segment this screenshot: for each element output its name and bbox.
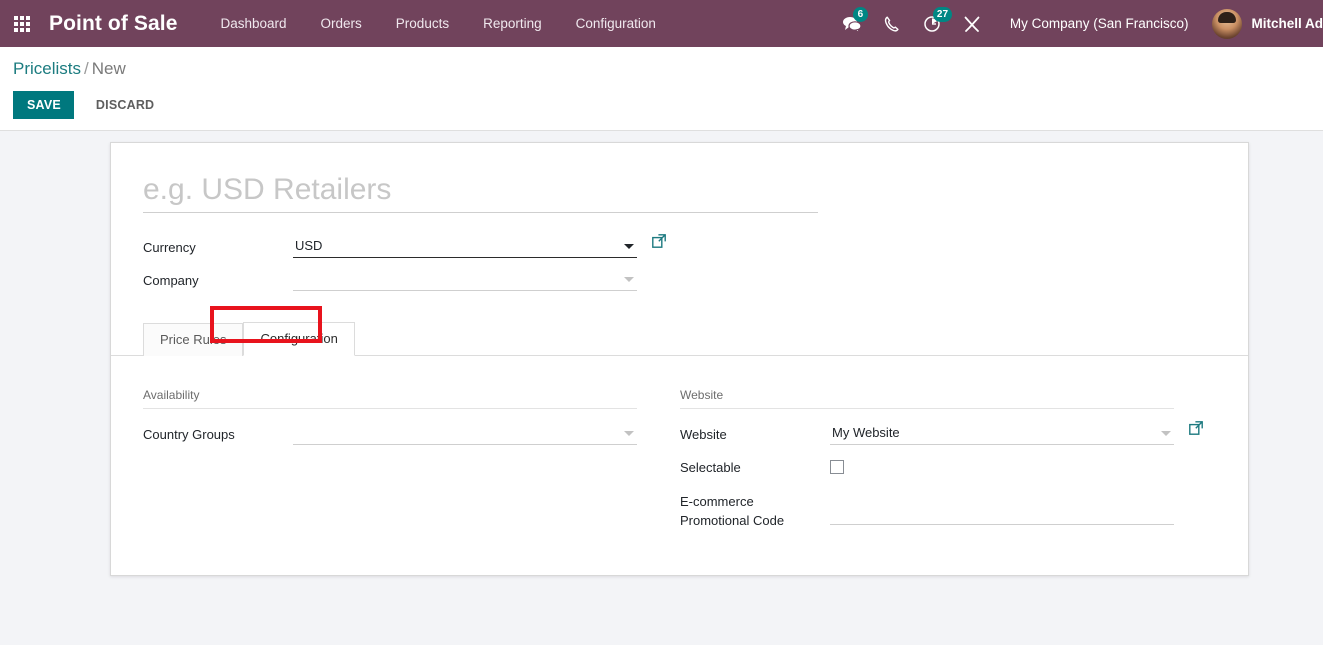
website-input[interactable] bbox=[830, 422, 1174, 444]
pricelist-name-input[interactable] bbox=[143, 173, 818, 213]
field-promo-code-label: E-commerce Promotional Code bbox=[680, 488, 830, 530]
app-brand-title[interactable]: Point of Sale bbox=[49, 12, 177, 36]
top-navbar: Point of Sale Dashboard Orders Products … bbox=[0, 0, 1323, 47]
field-country-groups-control bbox=[293, 422, 679, 445]
field-company-control bbox=[293, 268, 679, 291]
field-currency-control bbox=[293, 235, 679, 258]
activities-button[interactable]: 27 bbox=[912, 0, 952, 47]
field-promo-code-control bbox=[830, 488, 1216, 525]
header-fields-right-column bbox=[680, 235, 1216, 301]
field-website: Website bbox=[680, 422, 1216, 450]
field-website-control bbox=[830, 422, 1216, 445]
control-panel: Pricelists/New SAVE DISCARD bbox=[0, 47, 1323, 131]
menu-item-orders[interactable]: Orders bbox=[304, 0, 379, 47]
configuration-columns: Availability Country Groups Website bbox=[143, 388, 1216, 535]
currency-select[interactable] bbox=[293, 235, 637, 258]
title-row bbox=[143, 173, 1216, 213]
field-selectable-label: Selectable bbox=[680, 455, 830, 477]
save-button[interactable]: SAVE bbox=[13, 91, 74, 119]
field-promo-code-label-line2: Promotional Code bbox=[680, 513, 784, 528]
user-menu[interactable]: Mitchell Ad bbox=[1202, 9, 1323, 39]
discard-button[interactable]: DISCARD bbox=[88, 91, 162, 119]
website-group: Website Website bbox=[680, 388, 1216, 535]
voip-phone-button[interactable] bbox=[872, 0, 912, 47]
field-company-label: Company bbox=[143, 268, 293, 290]
form-header-area: Currency bbox=[111, 143, 1248, 301]
phone-icon bbox=[884, 16, 899, 32]
selectable-checkbox[interactable] bbox=[830, 460, 844, 474]
field-promo-code-label-line1: E-commerce bbox=[680, 494, 754, 509]
main-menu: Dashboard Orders Products Reporting Conf… bbox=[203, 0, 672, 47]
avatar bbox=[1212, 9, 1242, 39]
messages-count-badge: 6 bbox=[853, 7, 868, 22]
field-promo-code: E-commerce Promotional Code bbox=[680, 488, 1216, 530]
external-link-icon bbox=[652, 234, 666, 248]
tab-price-rules[interactable]: Price Rules bbox=[143, 323, 243, 356]
menu-item-dashboard[interactable]: Dashboard bbox=[203, 0, 303, 47]
activities-count-badge: 27 bbox=[933, 7, 952, 22]
company-switcher[interactable]: My Company (San Francisco) bbox=[992, 16, 1203, 31]
breadcrumb: Pricelists/New bbox=[13, 57, 1323, 81]
field-selectable: Selectable bbox=[680, 455, 1216, 483]
external-link-icon bbox=[1189, 421, 1203, 435]
company-select[interactable] bbox=[293, 268, 637, 291]
systray: 6 27 My Company (San Francisco) Mitc bbox=[832, 0, 1323, 47]
field-currency-label: Currency bbox=[143, 235, 293, 257]
apps-grid-icon[interactable] bbox=[7, 0, 37, 47]
availability-group-title: Availability bbox=[143, 388, 637, 409]
website-external-link-button[interactable] bbox=[1189, 421, 1203, 440]
field-currency: Currency bbox=[143, 235, 679, 263]
currency-input[interactable] bbox=[293, 235, 637, 257]
field-selectable-control bbox=[830, 455, 1216, 474]
header-fields: Currency bbox=[143, 235, 1216, 301]
website-select[interactable] bbox=[830, 422, 1174, 445]
field-company: Company bbox=[143, 268, 679, 296]
header-fields-left-column: Currency bbox=[143, 235, 679, 301]
promo-code-input[interactable] bbox=[830, 502, 1174, 525]
breadcrumb-separator: / bbox=[84, 59, 89, 78]
messages-button[interactable]: 6 bbox=[832, 0, 872, 47]
company-input[interactable] bbox=[293, 268, 637, 290]
form-sheet: Currency bbox=[110, 142, 1249, 576]
breadcrumb-item-pricelists[interactable]: Pricelists bbox=[13, 59, 81, 78]
sheet-wrapper: Currency bbox=[0, 131, 1323, 576]
menu-item-products[interactable]: Products bbox=[379, 0, 466, 47]
breadcrumb-item-current: New bbox=[92, 59, 126, 78]
tab-panel-configuration: Availability Country Groups Website bbox=[111, 356, 1248, 575]
field-country-groups: Country Groups bbox=[143, 422, 679, 450]
menu-item-reporting[interactable]: Reporting bbox=[466, 0, 559, 47]
currency-external-link-button[interactable] bbox=[652, 234, 666, 253]
tab-configuration[interactable]: Configuration bbox=[243, 322, 354, 356]
website-group-title: Website bbox=[680, 388, 1174, 409]
debug-tools-button[interactable] bbox=[952, 0, 992, 47]
country-groups-input[interactable] bbox=[293, 422, 637, 444]
field-website-label: Website bbox=[680, 422, 830, 444]
action-buttons: SAVE DISCARD bbox=[13, 91, 1323, 119]
wrench-tools-icon bbox=[963, 15, 981, 33]
availability-group: Availability Country Groups bbox=[143, 388, 679, 535]
country-groups-select[interactable] bbox=[293, 422, 637, 445]
notebook-tabs: Price Rules Configuration bbox=[111, 323, 1248, 356]
field-country-groups-label: Country Groups bbox=[143, 422, 293, 444]
menu-item-configuration[interactable]: Configuration bbox=[559, 0, 673, 47]
user-name-label: Mitchell Ad bbox=[1251, 16, 1323, 31]
